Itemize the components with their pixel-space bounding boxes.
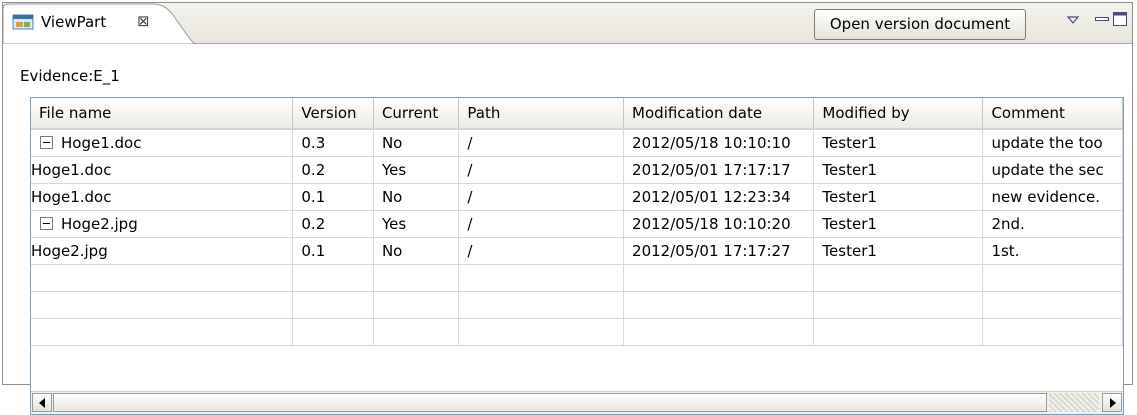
cell-date: 2012/05/18 10:10:20	[623, 210, 815, 238]
cell-path: /	[458, 183, 625, 211]
cell-comment: update the too	[982, 129, 1123, 157]
cell-version: 0.3	[292, 129, 374, 157]
cell-modified-by: Tester1	[813, 210, 984, 238]
view-titlebar: ViewPart ⊠ Open version document	[3, 3, 1132, 44]
table-row[interactable]: Hoge1.doc 0.3 No / 2012/05/18 10:10:10 T…	[31, 129, 1123, 157]
column-header-path[interactable]: Path	[458, 98, 625, 130]
cell-file-name: Hoge1.doc	[31, 129, 294, 157]
empty-row	[31, 264, 1123, 292]
maximize-icon[interactable]	[1113, 12, 1127, 26]
collapse-toggle-icon[interactable]	[40, 136, 53, 149]
close-icon[interactable]: ⊠	[137, 12, 150, 30]
cell-date: 2012/05/01 12:23:34	[623, 183, 815, 211]
collapse-toggle-icon[interactable]	[40, 217, 53, 230]
cell-version: 0.1	[292, 183, 374, 211]
column-header-version[interactable]: Version	[292, 98, 374, 130]
table-header-row: File name Version Current Path Modificat…	[31, 98, 1123, 130]
cell-current: No	[373, 129, 460, 157]
cell-file-name: Hoge1.doc	[31, 156, 294, 184]
view-part-window: ViewPart ⊠ Open version document Evidenc…	[2, 2, 1133, 415]
empty-row	[31, 291, 1123, 319]
cell-path: /	[458, 210, 625, 238]
viewpart-icon	[12, 13, 36, 31]
column-header-modification-date[interactable]: Modification date	[623, 98, 815, 130]
cell-current: No	[373, 237, 460, 265]
cell-date: 2012/05/01 17:17:27	[623, 237, 815, 265]
cell-version: 0.2	[292, 210, 374, 238]
cell-comment: 2nd.	[982, 210, 1123, 238]
horizontal-scrollbar[interactable]	[31, 391, 1123, 414]
column-header-file-name[interactable]: File name	[31, 98, 294, 130]
evidence-label: Evidence:E_1	[20, 67, 120, 85]
cell-current: No	[373, 183, 460, 211]
cell-current: Yes	[373, 156, 460, 184]
view-content: Evidence:E_1 File name Version Current P…	[3, 44, 1132, 415]
cell-version: 0.2	[292, 156, 374, 184]
table-row[interactable]: Hoge2.jpg 0.1 No / 2012/05/01 17:17:27 T…	[31, 237, 1123, 265]
version-table[interactable]: File name Version Current Path Modificat…	[30, 97, 1124, 415]
cell-path: /	[458, 237, 625, 265]
cell-modified-by: Tester1	[813, 183, 984, 211]
table-row[interactable]: Hoge1.doc 0.1 No / 2012/05/01 12:23:34 T…	[31, 183, 1123, 211]
cell-date: 2012/05/01 17:17:17	[623, 156, 815, 184]
cell-comment: 1st.	[982, 237, 1123, 265]
open-version-document-button[interactable]: Open version document	[814, 9, 1026, 40]
scroll-left-arrow-icon[interactable]	[32, 393, 52, 412]
column-header-modified-by[interactable]: Modified by	[813, 98, 984, 130]
view-menu-icon[interactable]	[1066, 15, 1080, 27]
cell-comment: new evidence.	[982, 183, 1123, 211]
file-name: Hoge1.doc	[61, 134, 142, 152]
cell-date: 2012/05/18 10:10:10	[623, 129, 815, 157]
tab-title: ViewPart	[41, 13, 107, 31]
cell-file-name: Hoge1.doc	[31, 183, 294, 211]
scrollbar-thumb[interactable]	[53, 393, 1047, 412]
cell-current: Yes	[373, 210, 460, 238]
cell-path: /	[458, 129, 625, 157]
column-header-comment[interactable]: Comment	[982, 98, 1123, 130]
minimize-icon[interactable]	[1095, 17, 1109, 21]
column-header-current[interactable]: Current	[373, 98, 460, 130]
tab-viewpart[interactable]: ViewPart ⊠	[3, 3, 195, 44]
file-name: Hoge2.jpg	[61, 215, 138, 233]
version-grid: File name Version Current Path Modificat…	[31, 98, 1123, 346]
table-row[interactable]: Hoge1.doc 0.2 Yes / 2012/05/01 17:17:17 …	[31, 156, 1123, 184]
cell-file-name: Hoge2.jpg	[31, 210, 294, 238]
cell-comment: update the sec	[982, 156, 1123, 184]
cell-modified-by: Tester1	[813, 156, 984, 184]
scroll-right-arrow-icon[interactable]	[1102, 393, 1122, 412]
cell-version: 0.1	[292, 237, 374, 265]
table-row[interactable]: Hoge2.jpg 0.2 Yes / 2012/05/18 10:10:20 …	[31, 210, 1123, 238]
cell-file-name: Hoge2.jpg	[31, 237, 294, 265]
cell-modified-by: Tester1	[813, 129, 984, 157]
scrollbar-track[interactable]	[1049, 393, 1099, 412]
empty-row	[31, 318, 1123, 346]
cell-modified-by: Tester1	[813, 237, 984, 265]
cell-path: /	[458, 156, 625, 184]
